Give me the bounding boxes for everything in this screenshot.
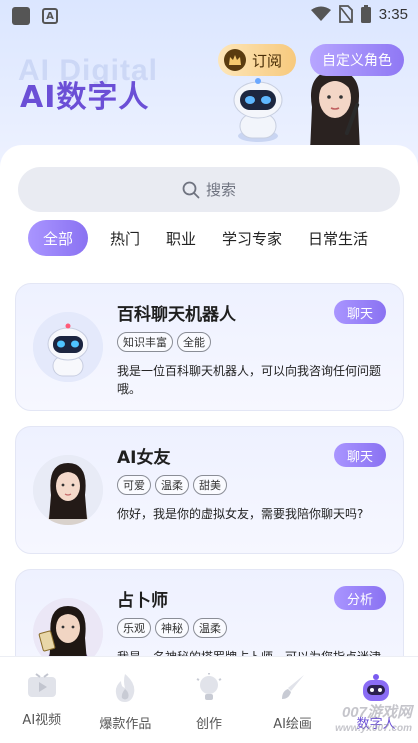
- lightbulb-icon: [196, 673, 222, 700]
- nav-label: AI绘画: [273, 717, 312, 732]
- girlfriend-avatar: [33, 455, 103, 525]
- character-card-ai-girlfriend[interactable]: AI女友 聊天 可爱 温柔 甜美 你好，我是你的虚拟女友，需要我陪你聊天吗?: [15, 426, 404, 554]
- card-description: 我是一位百科聊天机器人，可以向我咨询任何问题哦。: [117, 364, 382, 396]
- card-description: 你好，我是你的虚拟女友，需要我陪你聊天吗?: [117, 507, 364, 521]
- tag: 知识丰富: [117, 332, 173, 352]
- site-watermark: 007游戏网 www.yx007.com: [335, 705, 412, 737]
- tag: 温柔: [155, 475, 189, 495]
- tab-hot[interactable]: 热门: [110, 228, 140, 249]
- subscribe-button[interactable]: 订阅: [218, 44, 296, 76]
- card-type-badge[interactable]: 聊天: [334, 300, 386, 324]
- card-title: 占卜师: [117, 591, 168, 611]
- nav-hot-works[interactable]: 爆款作品: [84, 657, 168, 743]
- brush-icon: [281, 675, 304, 699]
- no-sim-icon: [338, 5, 353, 23]
- card-tags: 乐观 神秘 温柔: [117, 618, 227, 638]
- tab-profession[interactable]: 职业: [166, 228, 196, 249]
- robot-avatar: [33, 312, 103, 382]
- nav-label: 爆款作品: [99, 717, 152, 732]
- search-icon: [182, 181, 200, 198]
- wifi-icon: [310, 6, 331, 21]
- app-icon: [12, 7, 30, 25]
- crown-icon: [224, 49, 246, 71]
- watermark-line-2: www.yx007.com: [335, 723, 412, 734]
- card-type-badge[interactable]: 分析: [334, 586, 386, 610]
- video-icon: [27, 673, 56, 697]
- page-title: AI数字人: [20, 80, 150, 115]
- digital-human-icon: [363, 674, 390, 701]
- tag: 甜美: [193, 475, 227, 495]
- tag: 可爱: [117, 475, 151, 495]
- tag: 神秘: [155, 618, 189, 638]
- nav-ai-painting[interactable]: AI绘画: [251, 657, 335, 743]
- tag: 温柔: [193, 618, 227, 638]
- custom-role-button[interactable]: 自定义角色: [310, 44, 404, 76]
- nav-label: AI视频: [22, 713, 62, 728]
- search-input[interactable]: 搜索: [18, 167, 400, 212]
- tab-daily-life[interactable]: 日常生活: [308, 228, 368, 249]
- flame-icon: [116, 674, 135, 702]
- category-tabs: 全部 热门 职业 学习专家 日常生活: [28, 220, 394, 256]
- battery-icon: [360, 5, 371, 23]
- nav-ai-video[interactable]: AI视频: [0, 657, 84, 743]
- card-tags: 可爱 温柔 甜美: [117, 475, 227, 495]
- tag: 全能: [177, 332, 211, 352]
- character-card-encyclopedia-bot[interactable]: 百科聊天机器人 聊天 知识丰富 全能 我是一位百科聊天机器人，可以向我咨询任何问…: [15, 283, 404, 411]
- tag: 乐观: [117, 618, 151, 638]
- card-type-badge[interactable]: 聊天: [334, 443, 386, 467]
- card-title: 百科聊天机器人: [117, 305, 236, 325]
- search-placeholder: 搜索: [205, 181, 236, 199]
- watermark-line-1: 007游戏网: [341, 704, 412, 721]
- nav-label: 创作: [195, 717, 222, 732]
- robot-mascot-icon: [233, 78, 283, 142]
- card-title: AI女友: [117, 448, 171, 468]
- tab-all[interactable]: 全部: [28, 220, 88, 256]
- status-bar: A 3:35: [0, 0, 418, 30]
- card-tags: 知识丰富 全能: [117, 332, 211, 352]
- nav-create[interactable]: 创作: [167, 657, 251, 743]
- subscribe-label: 订阅: [252, 51, 283, 70]
- notification-a-icon: A: [42, 8, 58, 24]
- tab-study-expert[interactable]: 学习专家: [222, 228, 282, 249]
- status-time: 3:35: [378, 5, 408, 23]
